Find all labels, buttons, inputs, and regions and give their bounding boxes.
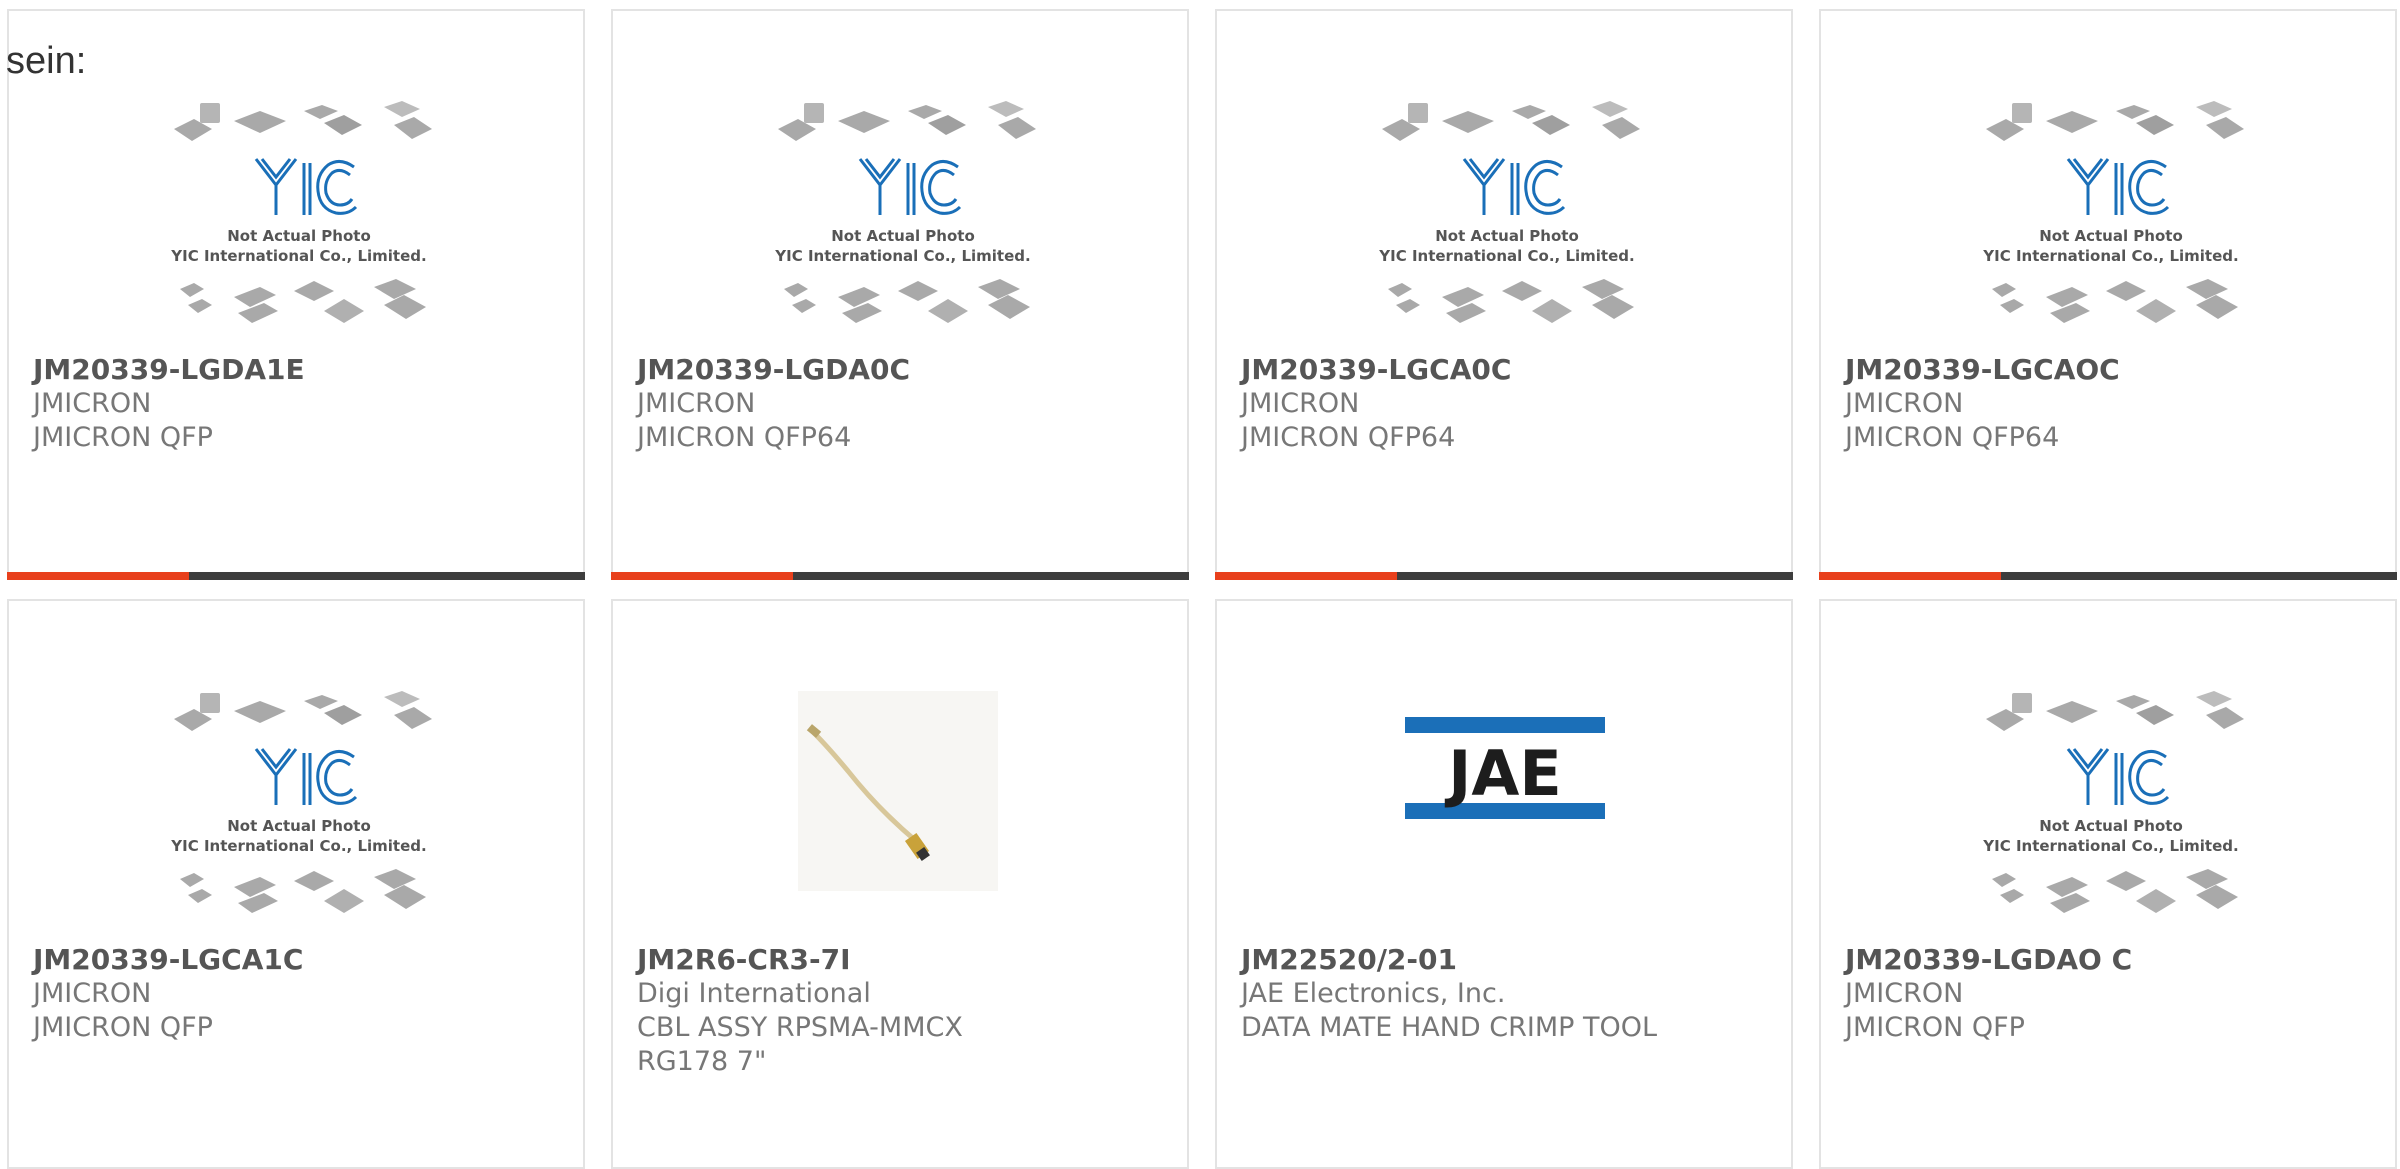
product-card[interactable]: Not Actual Photo YIC International Co., … [1215,9,1793,580]
product-description: JMICRON QFP [1845,1012,2025,1043]
part-number-link[interactable]: JM20339-LGCAOC [1845,353,2265,387]
jae-logo-text: JAE [1444,737,1561,810]
product-image[interactable]: Not Actual Photo YIC International Co., … [164,101,434,341]
product-image[interactable]: JAE [1372,691,1642,931]
product-card[interactable]: JAE JM22520/2-01 JAE Electronics, Inc. DATA… [1215,599,1793,1169]
part-number-link[interactable]: JM20339-LGDA0C [637,353,1057,387]
card-bottom-bar [1819,572,2397,580]
product-info: JM20339-LGDAO C JMICRON JMICRON QFP [1845,943,2265,1045]
product-image[interactable]: Not Actual Photo YIC International Co., … [1976,691,2246,931]
card-bottom-bar [1215,572,1793,580]
product-info: JM20339-LGDA0C JMICRON JMICRON QFP64 [637,353,1057,455]
product-description: CBL ASSY RPSMA-MMCX RG178 7" [637,1012,963,1077]
product-info: JM20339-LGCA1C JMICRON JMICRON QFP [33,943,453,1045]
product-card[interactable]: Not Actual Photo YIC International Co., … [7,599,585,1169]
product-image[interactable] [768,691,1038,931]
card-accent-bar [7,572,189,580]
chip-placeholder-image: Not Actual Photo YIC International Co., … [1982,101,2244,323]
product-card[interactable]: Not Actual Photo YIC International Co., … [611,9,1189,580]
part-number-link[interactable]: JM22520/2-01 [1241,943,1661,977]
placeholder-caption-line2: YIC International Co., Limited. [170,247,426,265]
chip-placeholder-image: Not Actual Photo YIC International Co., … [1982,691,2244,913]
card-accent-bar [1215,572,1397,580]
manufacturer-name: JMICRON [1845,978,1964,1009]
chip-placeholder-image: Not Actual Photo YIC International Co., … [170,691,432,913]
product-image[interactable]: Not Actual Photo YIC International Co., … [164,691,434,931]
card-accent-bar [1819,572,2001,580]
product-info: JM22520/2-01 JAE Electronics, Inc. DATA MA… [1241,943,1661,1045]
product-info: JM20339-LGDA1E JMICRON JMICRON QFP [33,353,453,455]
manufacturer-name: JMICRON [1241,388,1360,419]
cable-assembly-photo [798,691,998,891]
product-info: JM20339-LGCA0C JMICRON JMICRON QFP64 [1241,353,1661,455]
card-bottom-bar [611,572,1189,580]
manufacturer-name: JMICRON [637,388,756,419]
part-number-link[interactable]: JM20339-LGCA0C [1241,353,1661,387]
manufacturer-name: JMICRON [33,978,152,1009]
manufacturer-name: JMICRON [33,388,152,419]
placeholder-caption-line1: Not Actual Photo [1435,227,1579,245]
placeholder-caption-line2: YIC International Co., Limited. [170,837,426,855]
manufacturer-name: JMICRON [1845,388,1964,419]
product-info: JM2R6-CR3-7I Digi International CBL ASSY R… [637,943,1057,1079]
chip-placeholder-image: Not Actual Photo YIC International Co., … [1378,101,1640,323]
placeholder-caption-line1: Not Actual Photo [2039,817,2183,835]
product-image[interactable]: Not Actual Photo YIC International Co., … [1976,101,2246,341]
part-number-link[interactable]: JM2R6-CR3-7I [637,943,1057,977]
product-card[interactable]: Not Actual Photo YIC International Co., … [1819,9,2397,580]
product-card[interactable]: Not Actual Photo YIC International Co., … [7,9,585,580]
product-description: JMICRON QFP [33,1012,213,1043]
product-image[interactable]: Not Actual Photo YIC International Co., … [768,101,1038,341]
part-number-link[interactable]: JM20339-LGCA1C [33,943,453,977]
product-info: JM20339-LGCAOC JMICRON JMICRON QFP64 [1845,353,2265,455]
placeholder-caption-line1: Not Actual Photo [227,817,371,835]
product-description: JMICRON QFP64 [1241,422,1456,453]
product-description: JMICRON QFP64 [1845,422,2060,453]
intro-text: sein: [6,40,87,82]
placeholder-caption-line2: YIC International Co., Limited. [1982,837,2238,855]
product-card[interactable]: JM2R6-CR3-7I Digi International CBL ASSY R… [611,599,1189,1169]
product-description: JMICRON QFP [33,422,213,453]
chip-placeholder-image: Not Actual Photo YIC International Co., … [170,101,432,323]
product-card[interactable]: Not Actual Photo YIC International Co., … [1819,599,2397,1169]
placeholder-caption-line2: YIC International Co., Limited. [774,247,1030,265]
product-description: DATA MATE HAND CRIMP TOOL [1241,1012,1658,1043]
part-number-link[interactable]: JM20339-LGDAO C [1845,943,2265,977]
placeholder-caption-line1: Not Actual Photo [227,227,371,245]
card-bottom-bar [7,572,585,580]
product-description: JMICRON QFP64 [637,422,852,453]
placeholder-caption-line2: YIC International Co., Limited. [1378,247,1634,265]
manufacturer-name: JAE Electronics, Inc. [1241,978,1506,1009]
placeholder-caption-line1: Not Actual Photo [831,227,975,245]
jae-logo: JAE [1405,717,1605,819]
card-accent-bar [611,572,793,580]
placeholder-caption-line1: Not Actual Photo [2039,227,2183,245]
part-number-link[interactable]: JM20339-LGDA1E [33,353,453,387]
chip-placeholder-image: Not Actual Photo YIC International Co., … [774,101,1036,323]
manufacturer-name: Digi International [637,978,871,1009]
product-image[interactable]: Not Actual Photo YIC International Co., … [1372,101,1642,341]
placeholder-caption-line2: YIC International Co., Limited. [1982,247,2238,265]
